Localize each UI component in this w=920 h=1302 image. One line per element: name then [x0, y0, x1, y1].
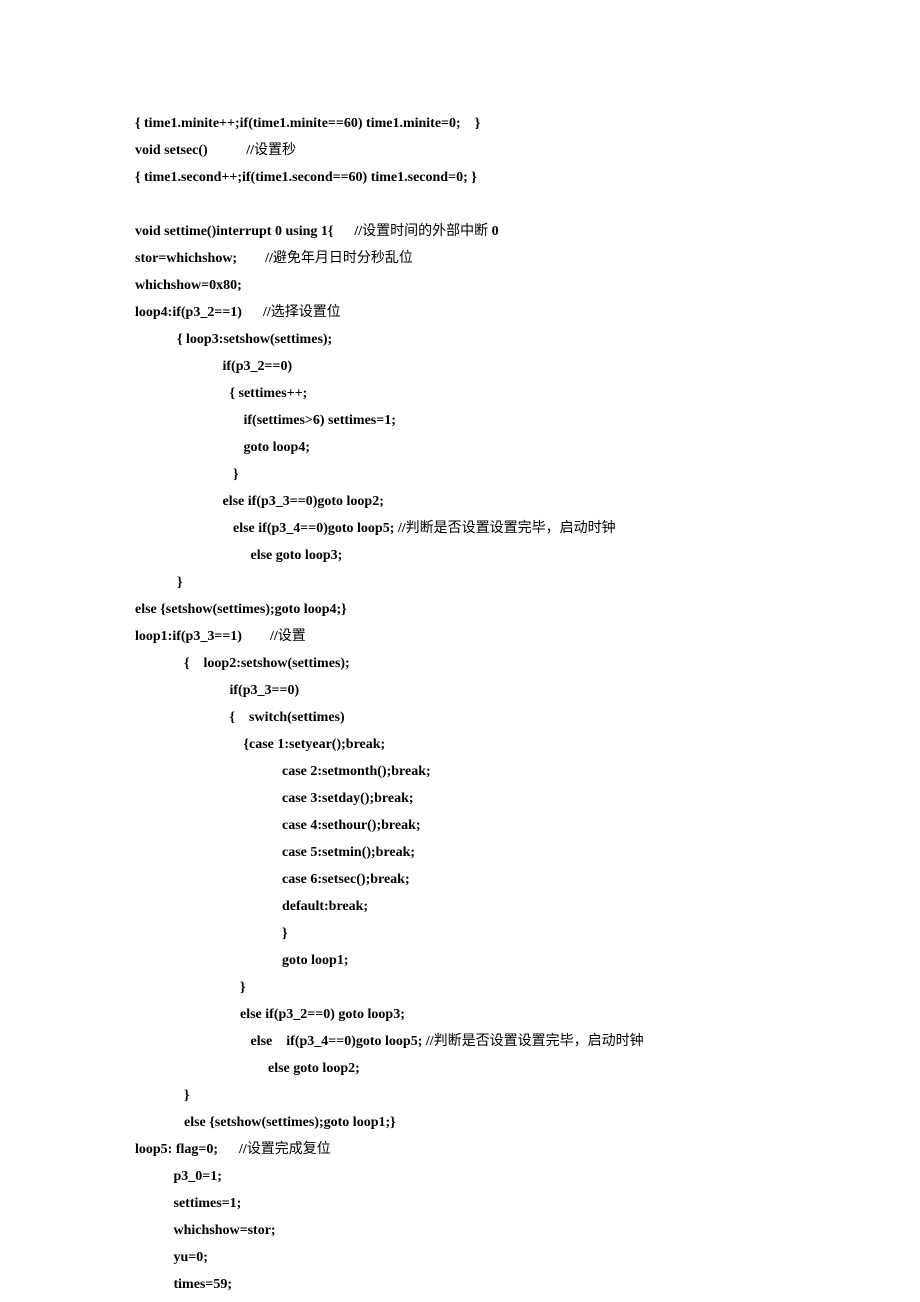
code-line: goto loop1;: [135, 947, 920, 974]
code-line: case 4:sethour();break;: [135, 812, 920, 839]
code-line: else {setshow(settimes);goto loop4;}: [135, 596, 920, 623]
code-line: }: [135, 920, 920, 947]
code-line: if(p3_3==0): [135, 677, 920, 704]
code-line: p3_0=1;: [135, 1163, 920, 1190]
code-line: { switch(settimes): [135, 704, 920, 731]
code-line: stor=whichshow; //避免年月日时分秒乱位: [135, 245, 920, 272]
code-line: { time1.second++;if(time1.second==60) ti…: [135, 164, 920, 191]
code-line: if(settimes>6) settimes=1;: [135, 407, 920, 434]
code-line: if(p3_2==0): [135, 353, 920, 380]
code-line: yu=0;: [135, 1244, 920, 1271]
code-line: }: [135, 569, 920, 596]
code-line: { time1.minite++;if(time1.minite==60) ti…: [135, 110, 920, 137]
code-line: [135, 191, 920, 218]
code-line: void settime()interrupt 0 using 1{ //设置时…: [135, 218, 920, 245]
code-document: { time1.minite++;if(time1.minite==60) ti…: [0, 0, 920, 1302]
code-line: else goto loop3;: [135, 542, 920, 569]
code-line: case 6:setsec();break;: [135, 866, 920, 893]
code-line: else if(p3_3==0)goto loop2;: [135, 488, 920, 515]
code-line: { settimes++;: [135, 380, 920, 407]
code-line: loop1:if(p3_3==1) //设置: [135, 623, 920, 650]
code-line: case 3:setday();break;: [135, 785, 920, 812]
code-line: settimes=1;: [135, 1190, 920, 1217]
code-line: else goto loop2;: [135, 1055, 920, 1082]
code-line: case 5:setmin();break;: [135, 839, 920, 866]
code-line: whichshow=0x80;: [135, 272, 920, 299]
code-line: void setsec() //设置秒: [135, 137, 920, 164]
code-line: goto loop4;: [135, 434, 920, 461]
code-line: { loop3:setshow(settimes);: [135, 326, 920, 353]
code-line: loop5: flag=0; //设置完成复位: [135, 1136, 920, 1163]
code-line: {case 1:setyear();break;: [135, 731, 920, 758]
code-line: else if(p3_2==0) goto loop3;: [135, 1001, 920, 1028]
code-line: }: [135, 461, 920, 488]
code-line: case 2:setmonth();break;: [135, 758, 920, 785]
code-line: { loop2:setshow(settimes);: [135, 650, 920, 677]
code-line: }: [135, 1082, 920, 1109]
code-line: else {setshow(settimes);goto loop1;}: [135, 1109, 920, 1136]
code-line: whichshow=stor;: [135, 1217, 920, 1244]
code-line: default:break;: [135, 893, 920, 920]
code-line: else if(p3_4==0)goto loop5; //判断是否设置设置完毕…: [135, 515, 920, 542]
code-line: times=59;: [135, 1271, 920, 1298]
code-line: }: [135, 974, 920, 1001]
code-line: else if(p3_4==0)goto loop5; //判断是否设置设置完毕…: [135, 1028, 920, 1055]
code-line: loop4:if(p3_2==1) //选择设置位: [135, 299, 920, 326]
